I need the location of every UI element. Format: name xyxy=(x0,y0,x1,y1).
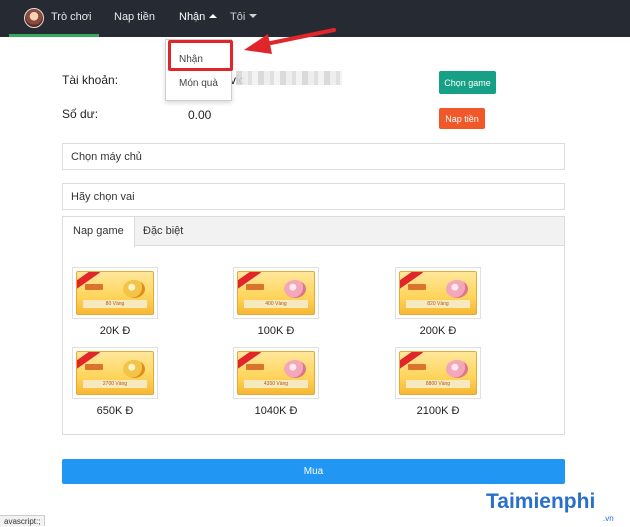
package-image: 400 Vàng xyxy=(237,271,315,315)
tag xyxy=(246,284,264,290)
package-amount: 820 Vàng xyxy=(406,300,470,308)
gold-icon xyxy=(284,280,306,298)
tag xyxy=(408,364,426,370)
tag xyxy=(85,364,103,370)
package-image: 8800 Vàng xyxy=(399,351,477,395)
tag xyxy=(85,284,103,290)
account-value-redacted xyxy=(236,71,342,85)
package-price: 650K Đ xyxy=(96,405,134,417)
tab-bar: Nap game Đặc biệt xyxy=(63,217,564,247)
package-card[interactable]: 2700 Vàng xyxy=(72,347,158,399)
package-card[interactable]: 400 Vàng xyxy=(233,267,319,319)
role-select[interactable]: Hãy chọn vai xyxy=(62,183,565,210)
tab-game-topup[interactable]: Nap game xyxy=(63,217,135,247)
gold-icon xyxy=(123,280,145,298)
balance-value: 0.00 xyxy=(188,108,212,122)
package-price: 200K Đ xyxy=(419,325,457,337)
package-price: 1040K Đ xyxy=(254,405,298,417)
server-select[interactable]: Chọn máy chủ xyxy=(62,143,565,170)
package-price: 2100K Đ xyxy=(416,405,460,417)
tab-special[interactable]: Đặc biệt xyxy=(133,217,193,246)
gold-icon xyxy=(446,360,468,378)
package-amount: 8800 Vàng xyxy=(406,380,470,388)
package-card[interactable]: 820 Vàng xyxy=(395,267,481,319)
avatar xyxy=(24,8,44,28)
package-price: 100K Đ xyxy=(257,325,295,337)
nav-item-topup[interactable]: Nap tiền xyxy=(114,0,155,37)
annotation-highlight-box xyxy=(168,40,233,71)
status-bar-url: avascript:; xyxy=(0,515,46,526)
balance-label: Số dư: xyxy=(62,107,99,121)
nav-item-games[interactable]: Trò chơi xyxy=(9,0,99,37)
package-card[interactable]: 80 Vàng xyxy=(72,267,158,319)
package-image: 2700 Vàng xyxy=(76,351,154,395)
package-image: 820 Vàng xyxy=(399,271,477,315)
account-label: Tài khoản: xyxy=(62,73,119,87)
nav-item-games-label: Trò chơi xyxy=(51,11,92,23)
gold-icon xyxy=(284,360,306,378)
package-price: 20K Đ xyxy=(99,325,131,337)
nav-item-receive[interactable]: Nhận xyxy=(179,0,218,37)
package-amount: 2700 Vàng xyxy=(83,380,147,388)
topup-button[interactable]: Nap tiền xyxy=(439,108,485,129)
package-image: 4350 Vàng xyxy=(237,351,315,395)
watermark-tld: .vn xyxy=(603,514,614,523)
package-amount: 400 Vàng xyxy=(244,300,308,308)
package-card[interactable]: 4350 Vàng xyxy=(233,347,319,399)
tag xyxy=(246,364,264,370)
watermark-logo: Taimienphi xyxy=(486,490,596,513)
gold-icon xyxy=(123,360,145,378)
choose-game-button[interactable]: Chọn game xyxy=(439,71,496,94)
package-amount: 80 Vàng xyxy=(83,300,147,308)
caret-down-icon xyxy=(249,14,258,18)
package-image: 80 Vàng xyxy=(76,271,154,315)
caret-up-icon xyxy=(209,14,218,18)
nav-item-me-label: Tôi xyxy=(230,11,246,23)
menu-item-gift[interactable]: Món quà xyxy=(179,78,218,89)
package-card[interactable]: 8800 Vàng xyxy=(395,347,481,399)
nav-item-receive-label: Nhận xyxy=(179,11,206,23)
gold-icon xyxy=(446,280,468,298)
tag xyxy=(408,284,426,290)
package-panel: Nap game Đặc biệt 80 Vàng 20K Đ 400 Vàng… xyxy=(62,216,565,435)
package-amount: 4350 Vàng xyxy=(244,380,308,388)
annotation-arrow-icon xyxy=(244,28,336,54)
buy-button[interactable]: Mua xyxy=(62,459,565,484)
